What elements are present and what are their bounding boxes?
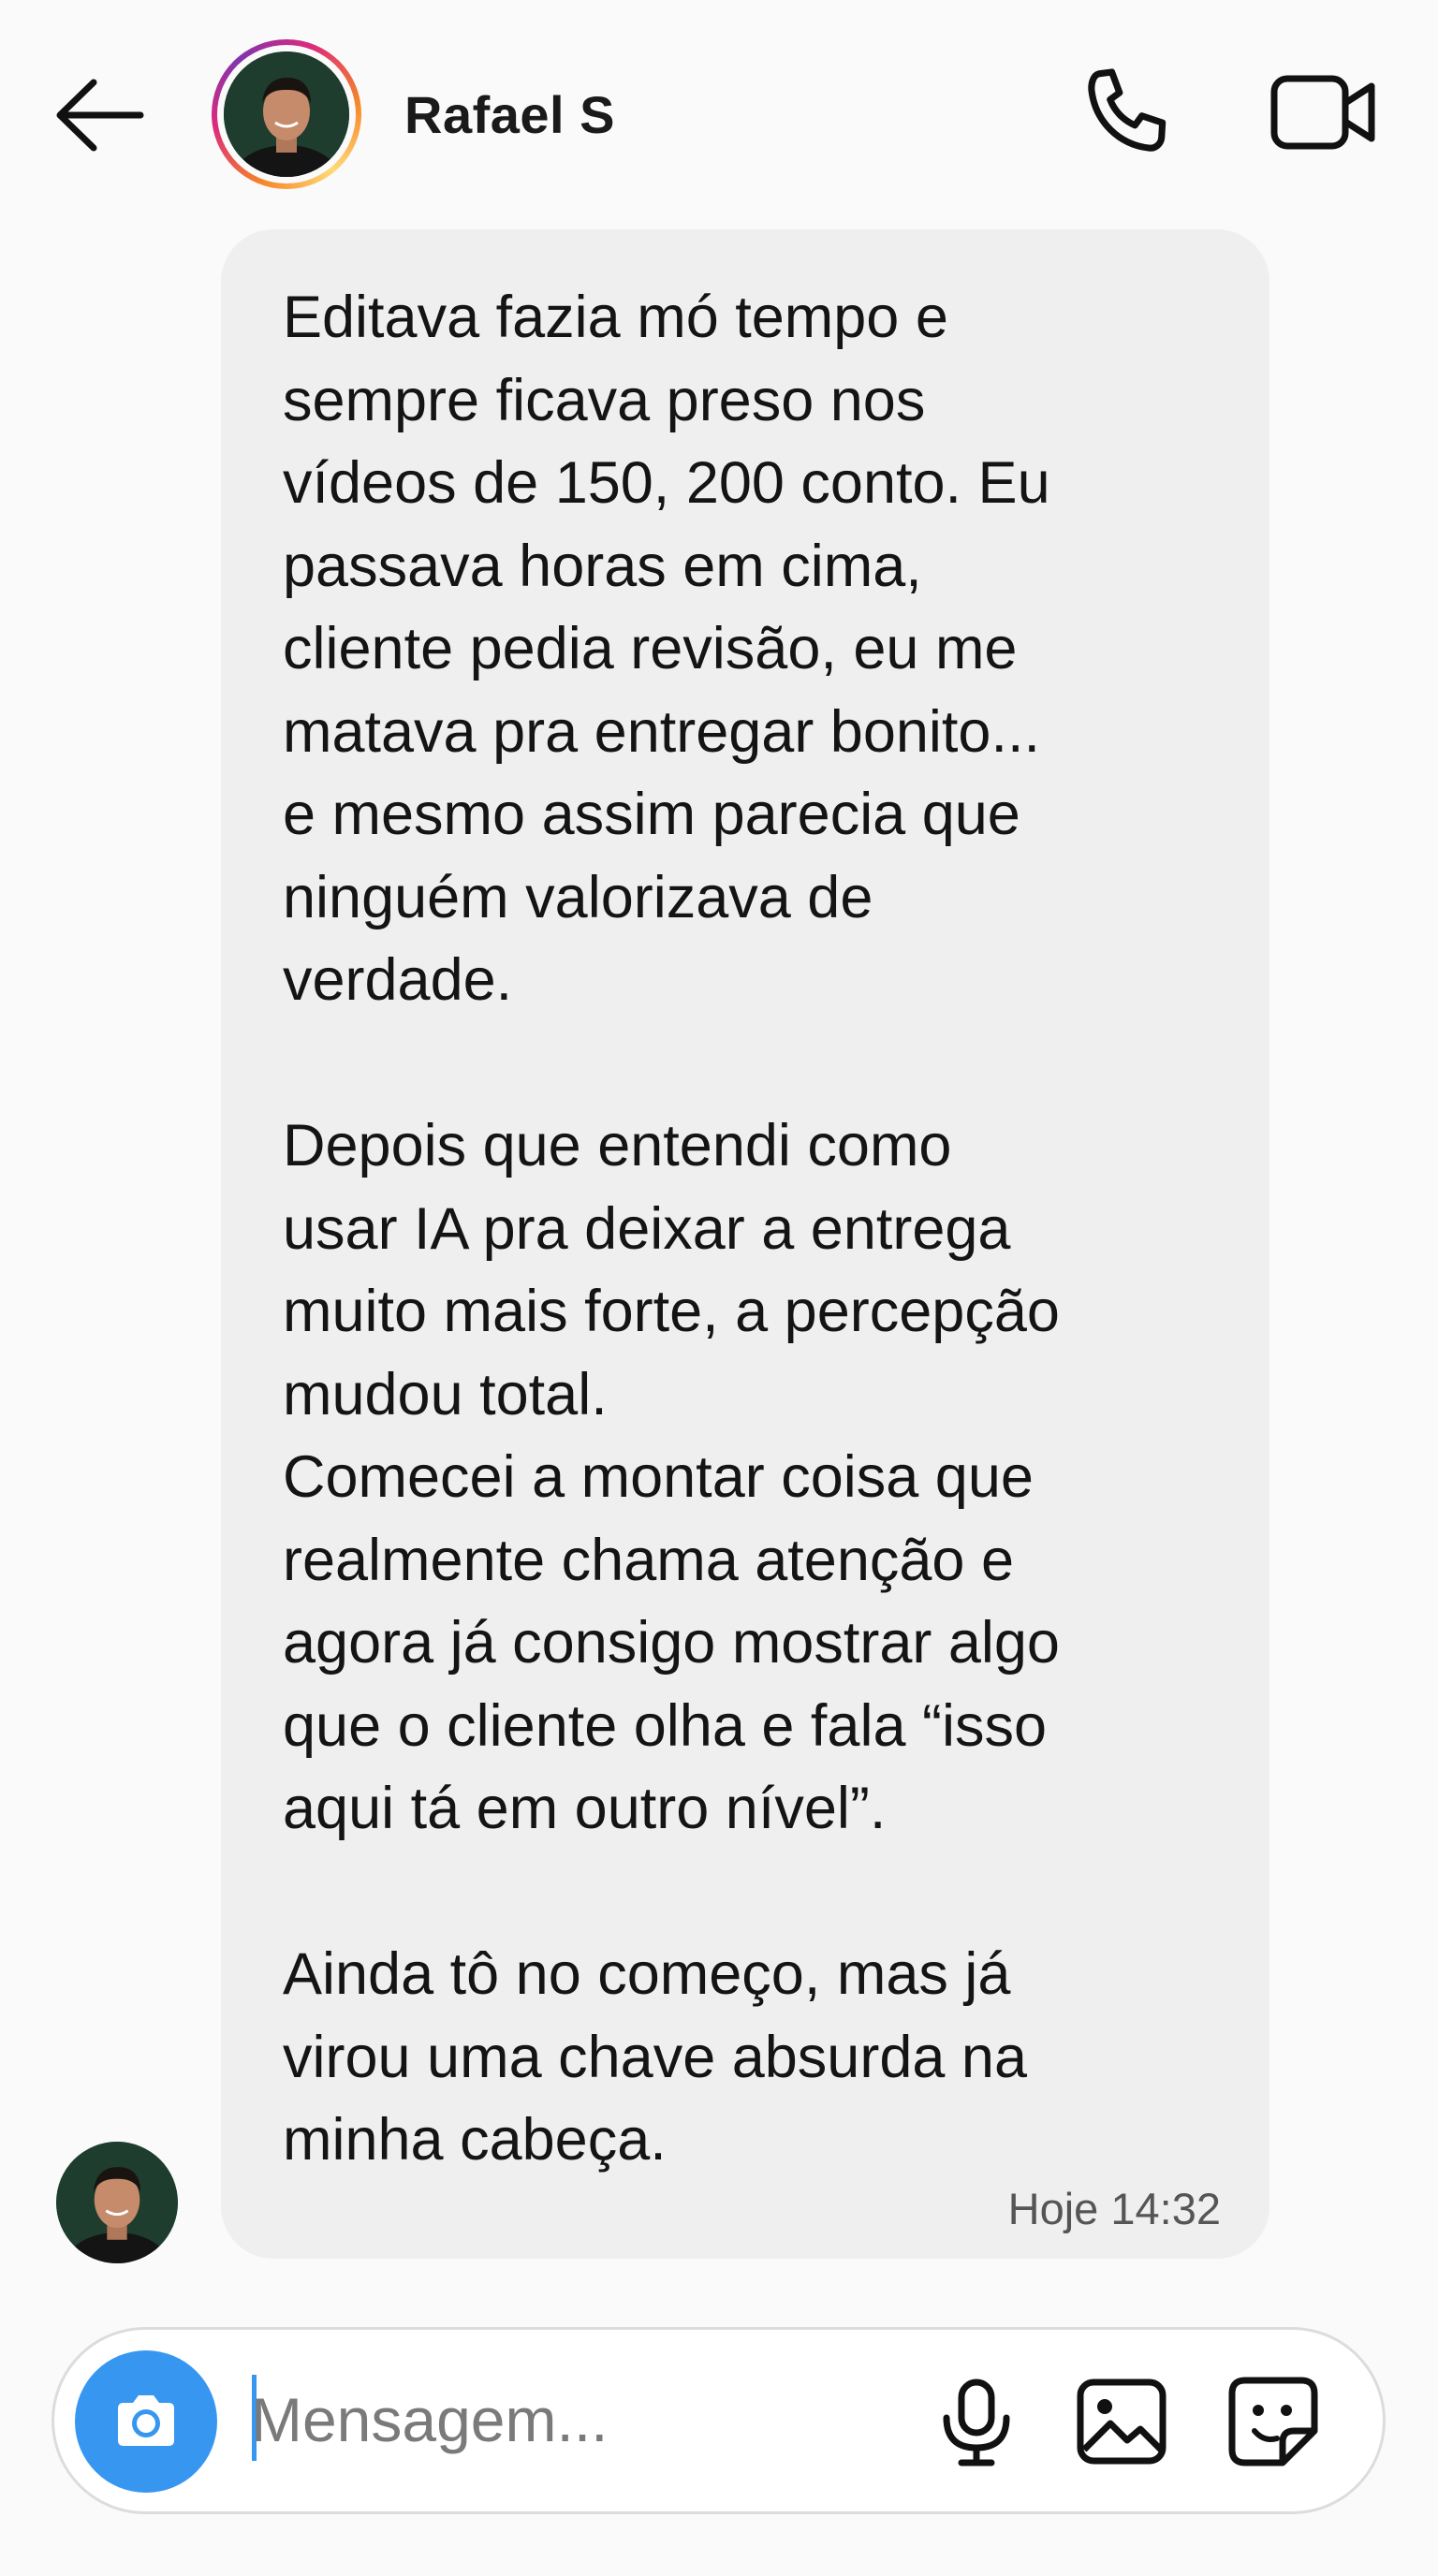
camera-button[interactable] <box>75 2350 217 2493</box>
arrow-left-icon <box>56 79 144 152</box>
phone-icon <box>1088 68 1167 152</box>
contact-name[interactable]: Rafael S <box>404 84 615 145</box>
video-camera-icon <box>1270 75 1375 150</box>
avatar-photo <box>224 51 349 177</box>
voice-message-button[interactable] <box>930 2375 1023 2468</box>
sticker-button[interactable] <box>1225 2373 1322 2470</box>
camera-icon <box>118 2395 174 2446</box>
message-timestamp: Hoje 14:32 <box>1007 2184 1221 2233</box>
sender-avatar[interactable] <box>56 2142 178 2302</box>
image-icon <box>1077 2378 1167 2465</box>
sticker-icon <box>1228 2377 1318 2466</box>
chat-header: Rafael S <box>0 0 1438 229</box>
microphone-icon <box>943 2378 1010 2466</box>
avatar-photo <box>56 2142 178 2302</box>
gallery-button[interactable] <box>1073 2375 1170 2468</box>
message-composer <box>51 2327 1386 2514</box>
video-call-button[interactable] <box>1269 66 1381 159</box>
contact-avatar[interactable] <box>212 39 361 189</box>
message-input[interactable] <box>251 2373 906 2466</box>
message-paragraph: Editava fazia mó tempo e sempre ficava p… <box>283 285 1050 1013</box>
message-paragraph: Ainda tô no começo, mas já virou uma cha… <box>283 1941 1027 2173</box>
call-button[interactable] <box>1077 62 1180 165</box>
message-bubble[interactable]: Editava fazia mó tempo e sempre ficava p… <box>221 229 1269 2259</box>
back-button[interactable] <box>47 73 159 157</box>
message-paragraph: Depois que entendi como usar IA pra deix… <box>283 1113 1060 1841</box>
